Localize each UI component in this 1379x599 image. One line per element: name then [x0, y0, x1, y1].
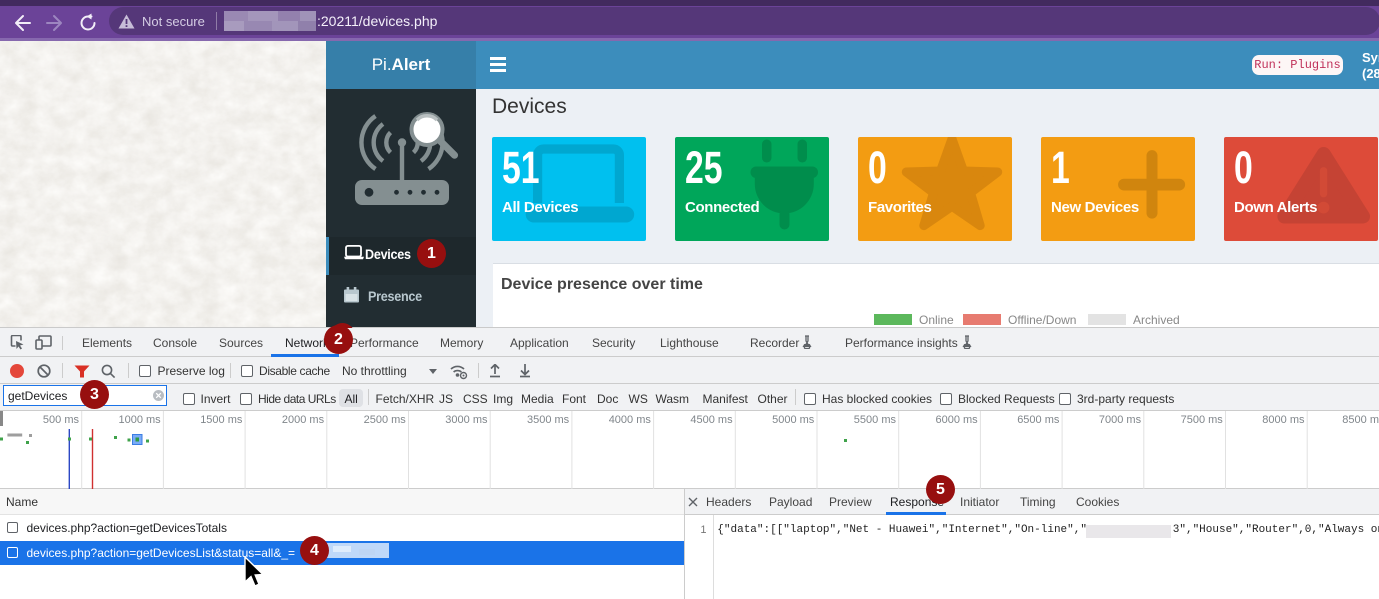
svg-text:7000 ms: 7000 ms	[1099, 414, 1142, 426]
svg-text:2500 ms: 2500 ms	[364, 414, 407, 426]
svg-text:4000 ms: 4000 ms	[609, 414, 652, 426]
svg-text:5500 ms: 5500 ms	[854, 414, 897, 426]
svg-text:6000 ms: 6000 ms	[935, 414, 978, 426]
svg-text:8000 ms: 8000 ms	[1262, 414, 1305, 426]
svg-text:1500 ms: 1500 ms	[200, 414, 243, 426]
svg-text:500 ms: 500 ms	[43, 414, 80, 426]
svg-text:6500 ms: 6500 ms	[1017, 414, 1060, 426]
svg-text:5000 ms: 5000 ms	[772, 414, 815, 426]
svg-text:8500 m: 8500 m	[1342, 414, 1379, 426]
svg-text:2000 ms: 2000 ms	[282, 414, 325, 426]
svg-text:3500 ms: 3500 ms	[527, 414, 570, 426]
svg-text:7500 ms: 7500 ms	[1181, 414, 1224, 426]
svg-text:4500 ms: 4500 ms	[690, 414, 733, 426]
svg-text:3000 ms: 3000 ms	[445, 414, 488, 426]
svg-text:1000 ms: 1000 ms	[118, 414, 161, 426]
